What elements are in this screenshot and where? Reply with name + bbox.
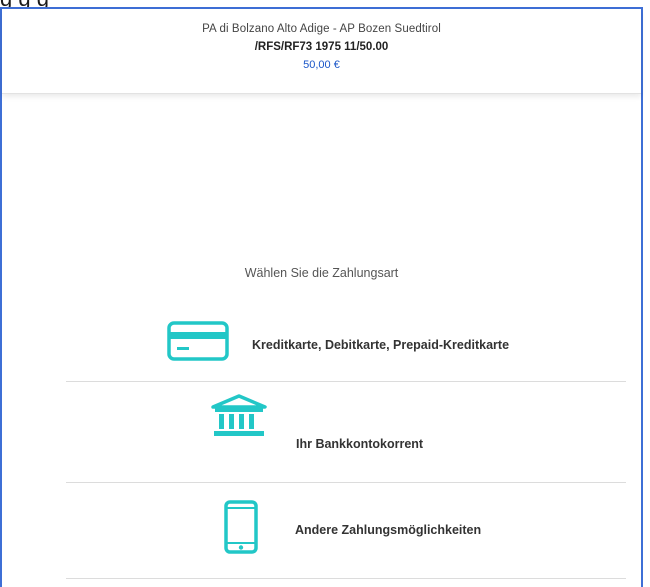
payment-option-other[interactable]: Andere Zahlungsmöglichkeiten [66,483,626,578]
payment-header: PA di Bolzano Alto Adige - AP Bozen Sued… [2,9,641,94]
payment-amount: 50,00 € [303,59,340,71]
payment-option-label: Andere Zahlungsmöglichkeiten [295,523,482,537]
payment-option-label: Ihr Bankkontokorrent [296,437,424,451]
payment-option-label: Kreditkarte, Debitkarte, Prepaid-Kreditk… [252,338,510,352]
payment-reference: /RFS/RF73 1975 11/50.00 [254,41,389,53]
bank-icon [211,394,267,443]
option-divider [66,578,626,579]
smartphone-icon [224,500,258,559]
payment-window: PA di Bolzano Alto Adige - AP Bozen Sued… [0,7,643,587]
merchant-name: PA di Bolzano Alto Adige - AP Bozen Sued… [202,23,441,35]
credit-card-icon [167,321,229,366]
payment-option-card[interactable]: Kreditkarte, Debitkarte, Prepaid-Kreditk… [66,309,626,381]
payment-method-prompt: Wählen Sie die Zahlungsart [244,266,399,280]
payment-option-bank[interactable]: Ihr Bankkontokorrent [66,382,626,482]
